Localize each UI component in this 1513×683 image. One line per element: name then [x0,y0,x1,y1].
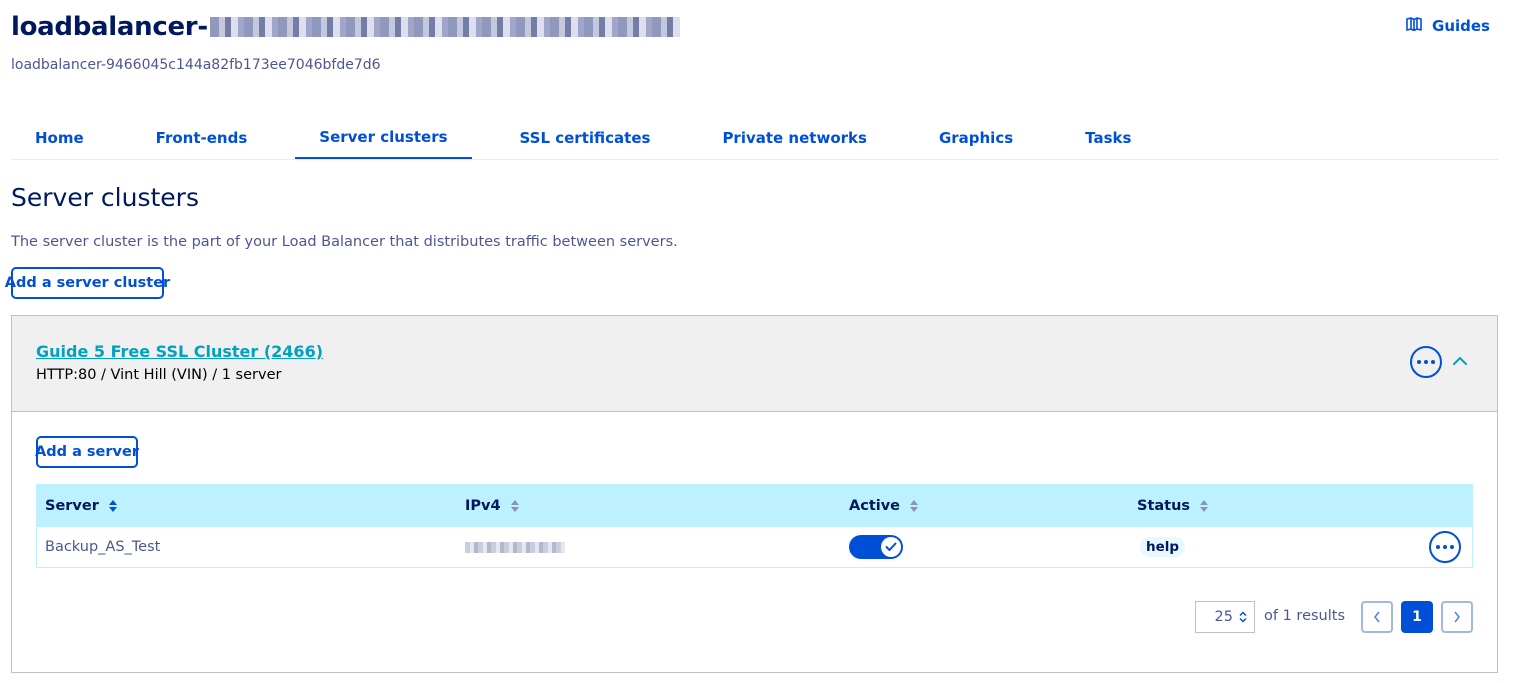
tab-server-clusters[interactable]: Server clusters [295,117,472,159]
guides-link[interactable]: Guides [1406,17,1490,35]
check-icon [881,537,901,557]
tab-tasks[interactable]: Tasks [1061,117,1155,159]
page-title: loadbalancer- [11,12,680,42]
more-icon [1417,360,1421,364]
tab-bar: Home Front-ends Server clusters SSL cert… [11,117,1498,160]
column-header-active[interactable]: Active [849,485,919,527]
cluster-meta: HTTP:80 / Vint Hill (VIN) / 1 server [36,367,282,383]
table-header: Server IPv4 Active Status [37,485,1472,527]
redacted-ip [465,541,565,553]
results-count: of 1 results [1264,608,1345,624]
page-subtitle: loadbalancer-9466045c144a82fb173ee7046bf… [11,57,381,73]
section-heading: Server clusters [11,183,199,212]
row-actions-button[interactable] [1429,531,1461,563]
tab-graphics[interactable]: Graphics [915,117,1037,159]
sort-icon [510,500,519,512]
column-header-status[interactable]: Status [1137,485,1209,527]
chevron-right-icon [1454,611,1460,623]
chevron-up-icon[interactable] [1452,354,1468,368]
cluster-actions-button[interactable] [1410,346,1442,378]
active-toggle[interactable] [849,535,903,559]
status-badge: help [1140,537,1186,557]
add-server-button[interactable]: Add a server [35,436,139,468]
tab-private-networks[interactable]: Private networks [698,117,891,159]
cluster-header: Guide 5 Free SSL Cluster (2466) HTTP:80 … [12,316,1497,412]
servers-table: Server IPv4 Active Status Backup_AS_Test [36,484,1473,568]
sort-icon [108,500,117,512]
guides-label: Guides [1432,17,1490,35]
active-cell [849,527,903,567]
page-1-button[interactable]: 1 [1401,601,1433,633]
column-header-server[interactable]: Server [45,485,117,527]
redacted-title-suffix [209,17,680,37]
chevron-left-icon [1374,611,1380,623]
cluster-card: Guide 5 Free SSL Cluster (2466) HTTP:80 … [11,315,1498,673]
tab-ssl-certificates[interactable]: SSL certificates [496,117,675,159]
add-server-cluster-button[interactable]: Add a server cluster [5,267,170,299]
ipv4-cell [465,527,565,567]
updown-icon [1239,611,1247,623]
status-cell: help [1140,527,1186,567]
previous-page-button[interactable] [1361,601,1393,633]
column-header-ipv4[interactable]: IPv4 [465,485,519,527]
cluster-name-link[interactable]: Guide 5 Free SSL Cluster (2466) [36,342,323,361]
tab-front-ends[interactable]: Front-ends [132,117,272,159]
server-name-cell: Backup_AS_Test [45,539,161,555]
next-page-button[interactable] [1441,601,1473,633]
book-icon [1406,17,1422,35]
page-size-select[interactable]: 25 [1195,601,1255,633]
section-description: The server cluster is the part of your L… [11,234,678,250]
sort-icon [1200,500,1209,512]
sort-icon [910,500,919,512]
tab-home[interactable]: Home [11,117,108,159]
table-row: Backup_AS_Test help [37,527,1472,567]
more-icon [1436,545,1440,549]
title-text: loadbalancer- [11,12,208,42]
